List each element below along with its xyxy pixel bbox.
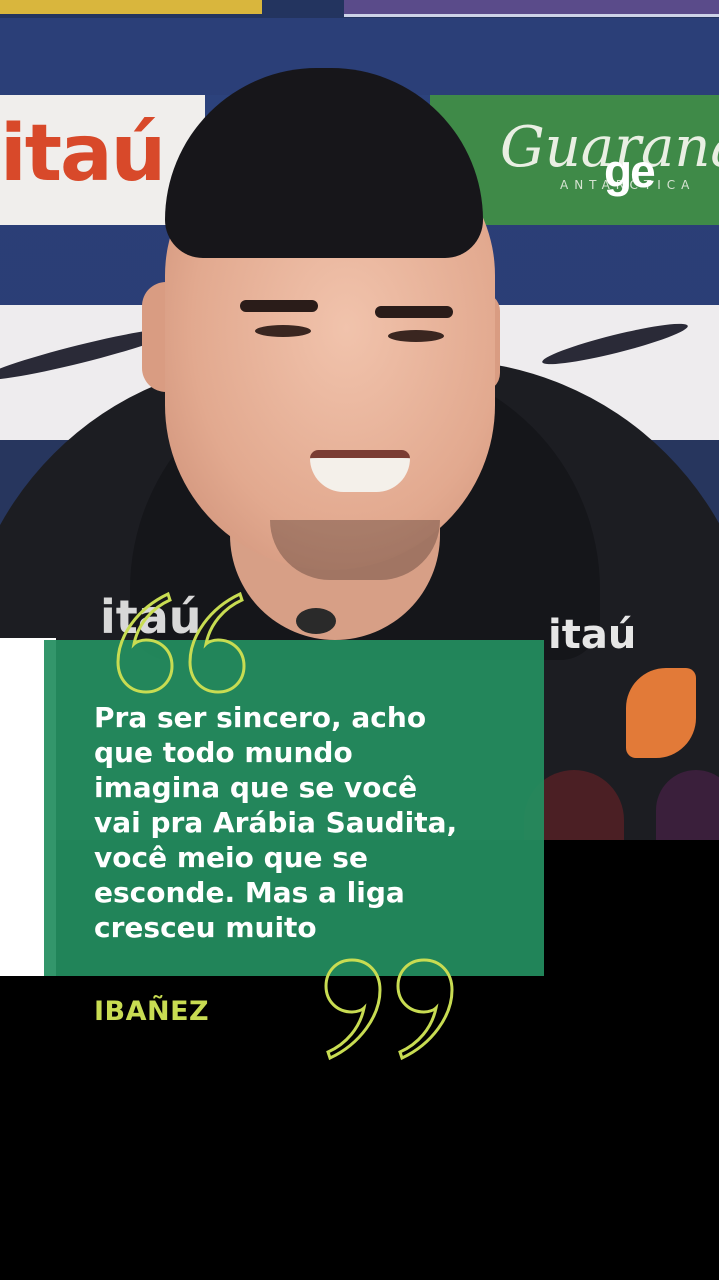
sleeve-sponsor-logo: itaú bbox=[548, 612, 637, 658]
player-smile bbox=[310, 450, 410, 492]
backdrop-top-strip bbox=[0, 0, 719, 18]
open-quote-icon bbox=[116, 591, 246, 694]
quote-line: cresceu muito bbox=[94, 911, 317, 944]
cbf-badge bbox=[626, 668, 696, 758]
ge-logo: ge bbox=[604, 145, 656, 197]
microphone bbox=[296, 608, 336, 634]
quote-line: Pra ser sincero, acho bbox=[94, 701, 427, 734]
quote-line: você meio que se bbox=[94, 841, 368, 874]
quote-line: imagina que se você bbox=[94, 771, 418, 804]
quote-author: IBAÑEZ bbox=[94, 996, 210, 1027]
quote-text: Pra ser sincero, acho que todo mundo ima… bbox=[94, 700, 534, 945]
quote-line: vai pra Arábia Saudita, bbox=[94, 806, 458, 839]
story-card: itaú Guaraná ANTARCTICA itaú itaú ge bbox=[0, 0, 719, 1280]
close-quote-icon bbox=[324, 958, 454, 1061]
quote-line: que todo mundo bbox=[94, 736, 353, 769]
quote-line: esconde. Mas a liga bbox=[94, 876, 405, 909]
sponsor-itau-logo: itaú bbox=[0, 109, 166, 199]
